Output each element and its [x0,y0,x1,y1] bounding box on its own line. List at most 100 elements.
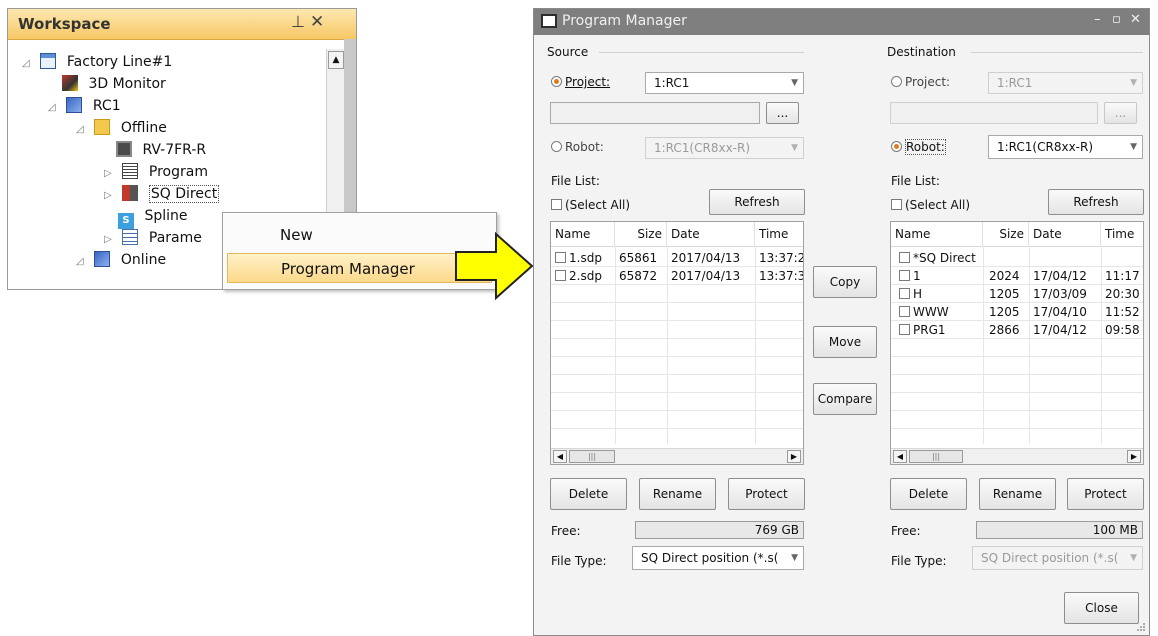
tree-item-online[interactable]: ◿ Online [76,249,166,271]
tree-item-rv7fr[interactable]: RV-7FR-R [116,139,206,161]
scroll-thumb[interactable]: ||| [569,450,615,463]
table-row[interactable]: PRG1 2866 17/04/12 09:58 [891,322,1143,338]
table-row[interactable]: H 1205 17/03/09 20:30 [891,286,1143,302]
destination-path-field[interactable] [890,102,1098,124]
pin-icon[interactable]: ⊥ [291,12,305,31]
column-header-date[interactable]: Date [667,222,755,246]
checkbox-icon[interactable] [899,306,910,317]
source-protect-button[interactable]: Protect [728,478,805,510]
compare-button[interactable]: Compare [813,383,877,415]
destination-browse-button[interactable]: ... [1104,102,1137,124]
column-header-name[interactable]: Name [551,222,615,246]
source-select-all[interactable]: (Select All) [551,198,630,212]
source-file-list[interactable]: Name Size Date Time 1.sdp 65861 2017/04/… [550,221,804,465]
menu-item-program-manager[interactable]: Program Manager [227,253,492,283]
menu-item-new[interactable]: New [227,220,492,250]
source-robot-radio[interactable]: Robot: [551,140,604,154]
table-row[interactable]: 1 2024 17/04/12 11:17 [891,268,1143,284]
maximize-button[interactable]: ▫ [1112,12,1121,27]
expand-icon[interactable]: ▷ [104,163,118,185]
destination-rename-button[interactable]: Rename [979,478,1056,510]
file-size: 1205 [989,287,1020,301]
source-path-field[interactable] [550,102,760,124]
destination-delete-button[interactable]: Delete [890,478,967,510]
tree-item-program[interactable]: ▷ Program [104,161,208,183]
column-header-date[interactable]: Date [1029,222,1101,246]
scroll-thumb[interactable]: ||| [909,450,963,463]
column-header-time[interactable]: Time [1101,222,1143,246]
destination-file-type-select[interactable]: SQ Direct position (*.s( ▼ [972,546,1143,570]
close-icon[interactable]: ✕ [310,12,324,32]
column-header-name[interactable]: Name [891,222,983,246]
tree-item-parameter[interactable]: ▷ Parame [104,227,202,249]
source-rename-button[interactable]: Rename [639,478,716,510]
tree-item-sq-direct[interactable]: ▷ SQ Direct [104,183,220,207]
3d-monitor-icon [62,75,78,91]
scroll-up-icon[interactable]: ▲ [328,51,344,69]
collapse-icon[interactable]: ◿ [22,53,36,75]
checkbox-icon[interactable] [899,270,910,281]
horizontal-scrollbar[interactable]: ◀ ||| ▶ [891,448,1143,464]
file-date: 2017/04/13 [671,269,741,283]
expand-icon[interactable]: ▷ [104,185,118,207]
collapse-icon[interactable]: ◿ [76,119,90,141]
destination-select-all[interactable]: (Select All) [891,198,970,212]
table-row[interactable]: WWW 1205 17/04/10 11:52 [891,304,1143,320]
checkbox-icon[interactable] [899,252,910,263]
scroll-right-icon[interactable]: ▶ [1127,450,1141,463]
checkbox-label: (Select All) [905,198,971,212]
checkbox-icon[interactable] [555,252,566,263]
source-delete-button[interactable]: Delete [550,478,627,510]
checkbox-icon[interactable] [555,270,566,281]
tree-item-3d-monitor[interactable]: 3D Monitor [62,73,166,95]
scroll-left-icon[interactable]: ◀ [553,450,567,463]
column-header-size[interactable]: Size [983,222,1029,246]
table-row[interactable]: *SQ Direct [891,250,1143,266]
copy-button[interactable]: Copy [813,266,877,298]
checkbox-icon [551,199,562,210]
destination-robot-radio[interactable]: Robot: [891,139,946,155]
column-header-size[interactable]: Size [615,222,667,246]
offline-folder-icon [94,119,111,135]
minimize-button[interactable]: – [1094,12,1101,27]
source-project-select[interactable]: 1:RC1 ▼ [645,72,804,94]
table-row[interactable]: 2.sdp 65872 2017/04/13 13:37:3 [551,268,803,284]
scroll-right-icon[interactable]: ▶ [787,450,801,463]
source-refresh-button[interactable]: Refresh [709,189,805,215]
resize-grip-icon[interactable] [1136,622,1146,632]
column-header-time[interactable]: Time [755,222,803,246]
destination-project-radio[interactable]: Project: [891,75,950,89]
select-value: 1:RC1 [654,76,690,90]
collapse-icon[interactable]: ◿ [48,97,62,119]
move-button[interactable]: Move [813,326,877,358]
radio-label: Project: [565,75,611,89]
table-row[interactable]: 1.sdp 65861 2017/04/13 13:37:2 [551,250,803,266]
tree-item-spline[interactable]: S Spline [118,205,188,229]
tree-item-rc1[interactable]: ◿ RC1 [48,95,121,117]
checkbox-icon [891,199,902,210]
file-date: 2017/04/13 [671,251,741,265]
source-project-radio[interactable]: Project: [551,75,610,89]
chevron-down-icon: ▼ [789,547,798,569]
destination-protect-button[interactable]: Protect [1067,478,1144,510]
source-browse-button[interactable]: ... [766,102,799,124]
collapse-icon[interactable]: ◿ [76,251,90,273]
source-file-type-select[interactable]: SQ Direct position (*.s( ▼ [632,546,804,570]
close-button[interactable]: Close [1064,592,1139,624]
destination-robot-select[interactable]: 1:RC1(CR8xx-R) ▼ [988,135,1143,159]
window-titlebar[interactable]: Program Manager – ▫ ✕ [534,9,1149,35]
source-file-type-label: File Type: [551,554,607,568]
scroll-left-icon[interactable]: ◀ [893,450,907,463]
source-robot-select[interactable]: 1:RC1(CR8xx-R) ▼ [645,137,804,159]
file-list-header: Name Size Date Time [891,222,1143,247]
destination-file-list[interactable]: Name Size Date Time *SQ Direct 1 2024 17… [890,221,1144,465]
destination-project-select[interactable]: 1:RC1 ▼ [988,72,1143,94]
close-window-button[interactable]: ✕ [1130,12,1141,27]
tree-item-factory-line[interactable]: ◿ Factory Line#1 [22,51,172,73]
tree-item-offline[interactable]: ◿ Offline [76,117,167,139]
horizontal-scrollbar[interactable]: ◀ ||| ▶ [551,448,803,464]
destination-refresh-button[interactable]: Refresh [1048,189,1144,215]
checkbox-icon[interactable] [899,324,910,335]
expand-icon[interactable]: ▷ [104,229,118,251]
checkbox-icon[interactable] [899,288,910,299]
